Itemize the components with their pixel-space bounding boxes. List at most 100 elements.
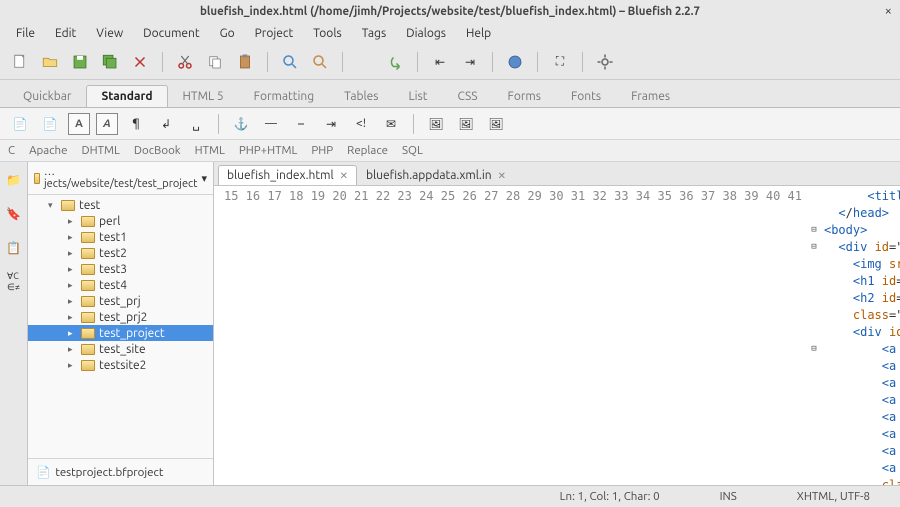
search-icon[interactable]	[278, 50, 302, 74]
filebrowser-icon[interactable]: 📁	[2, 168, 26, 192]
status-insert-mode[interactable]: INS	[720, 490, 737, 503]
close-tab-icon[interactable]: ✕	[340, 170, 348, 182]
redo-icon[interactable]	[383, 50, 407, 74]
tooltab-list[interactable]: List	[394, 85, 443, 107]
left-icon-column: 📁 🔖 📋 ∀C∈≠	[0, 162, 28, 485]
snippets-icon[interactable]: 📋	[2, 236, 26, 260]
tree-item-test_prj2[interactable]: ▸test_prj2	[28, 309, 213, 325]
fold-column[interactable]: ⊟⊟⊟⊟⊟|	[808, 186, 820, 485]
chevron-down-icon: ▾	[201, 172, 207, 185]
copy-icon[interactable]	[203, 50, 227, 74]
paste-icon[interactable]	[233, 50, 257, 74]
tree-item-test2[interactable]: ▸test2	[28, 245, 213, 261]
tree-item-test1[interactable]: ▸test1	[28, 229, 213, 245]
multithumb-icon[interactable]: 🖼	[484, 112, 508, 136]
file-tree[interactable]: ▾test▸perl▸test1▸test2▸test3▸test4▸test_…	[28, 195, 213, 458]
status-encoding[interactable]: XHTML, UTF-8	[797, 490, 870, 503]
tree-item-test_site[interactable]: ▸test_site	[28, 341, 213, 357]
center-icon[interactable]: ⎯	[289, 112, 313, 136]
tooltab-html5[interactable]: HTML 5	[168, 85, 239, 107]
italic-icon[interactable]: A	[96, 113, 118, 135]
menu-view[interactable]: View	[88, 25, 131, 42]
close-tab-icon[interactable]: ✕	[498, 170, 506, 182]
lang-replace[interactable]: Replace	[347, 144, 388, 157]
lang-html[interactable]: HTML	[195, 144, 225, 157]
anchor-icon[interactable]: ⚓	[229, 112, 253, 136]
side-panel: …jects/website/test/test_project ▾ ▾test…	[28, 162, 214, 485]
menu-project[interactable]: Project	[247, 25, 302, 42]
tree-item-test_prj[interactable]: ▸test_prj	[28, 293, 213, 309]
thumbnail-icon[interactable]: 🖼	[454, 112, 478, 136]
editor-tab-bluefish-appdata-xml-in[interactable]: bluefish.appdata.xml.in✕	[357, 165, 515, 185]
menu-document[interactable]: Document	[135, 25, 207, 42]
break-icon[interactable]: ↲	[154, 112, 178, 136]
nbsp-icon[interactable]: ␣	[184, 112, 208, 136]
hrule-icon[interactable]: —	[259, 112, 283, 136]
lang-sql[interactable]: SQL	[402, 144, 423, 157]
menu-tags[interactable]: Tags	[354, 25, 394, 42]
tree-item-test3[interactable]: ▸test3	[28, 261, 213, 277]
project-file[interactable]: 📄 testproject.bfproject	[28, 458, 213, 485]
advanced-search-icon[interactable]	[308, 50, 332, 74]
main-toolbar: ⇤ ⇥ ⛶	[0, 44, 900, 80]
lang-docbook[interactable]: DocBook	[134, 144, 181, 157]
new-file-icon[interactable]	[8, 50, 32, 74]
browser-preview-icon[interactable]	[503, 50, 527, 74]
comment-icon[interactable]: <!	[349, 112, 373, 136]
save-all-icon[interactable]	[98, 50, 122, 74]
tooltab-quickbar[interactable]: Quickbar	[8, 85, 86, 107]
menu-file[interactable]: File	[8, 25, 43, 42]
tooltab-formatting[interactable]: Formatting	[239, 85, 330, 107]
code-content[interactable]: <title>Bluefish Editor : Home</title> </…	[820, 186, 900, 485]
email-icon[interactable]: ✉	[379, 112, 403, 136]
tooltab-fonts[interactable]: Fonts	[556, 85, 616, 107]
tree-item-testsite2[interactable]: ▸testsite2	[28, 357, 213, 373]
quickstart-icon[interactable]: 📄	[8, 112, 32, 136]
lang-php-html[interactable]: PHP+HTML	[239, 144, 298, 157]
separator	[492, 52, 493, 72]
body-icon[interactable]: 📄	[38, 112, 62, 136]
fullscreen-icon[interactable]: ⛶	[548, 50, 572, 74]
preferences-icon[interactable]	[593, 50, 617, 74]
save-icon[interactable]	[68, 50, 92, 74]
bookmarks-icon[interactable]: 🔖	[2, 202, 26, 226]
code-editor[interactable]: 15 16 17 18 19 20 21 22 23 24 25 26 27 2…	[214, 186, 900, 485]
lang-php[interactable]: PHP	[311, 144, 333, 157]
lang-apache[interactable]: Apache	[29, 144, 67, 157]
rightalign-icon[interactable]: ⇥	[319, 112, 343, 136]
menu-edit[interactable]: Edit	[47, 25, 84, 42]
undo-icon[interactable]	[353, 50, 377, 74]
tree-item-perl[interactable]: ▸perl	[28, 213, 213, 229]
tooltab-standard[interactable]: Standard	[86, 85, 167, 107]
lang-dhtml[interactable]: DHTML	[81, 144, 119, 157]
tooltab-forms[interactable]: Forms	[493, 85, 556, 107]
menu-tools[interactable]: Tools	[305, 25, 350, 42]
separator	[537, 52, 538, 72]
tree-item-test_project[interactable]: ▸test_project	[28, 325, 213, 341]
charmap-icon[interactable]: ∀C∈≠	[2, 270, 26, 294]
editor-tab-bluefish_index-html[interactable]: bluefish_index.html✕	[218, 165, 357, 185]
open-file-icon[interactable]	[38, 50, 62, 74]
separator	[218, 114, 219, 134]
paragraph-icon[interactable]: ¶	[124, 112, 148, 136]
menu-help[interactable]: Help	[458, 25, 499, 42]
indent-icon[interactable]: ⇤	[428, 50, 452, 74]
tooltab-frames[interactable]: Frames	[616, 85, 685, 107]
close-icon[interactable]: ×	[885, 4, 892, 18]
lang-c[interactable]: C	[8, 144, 15, 157]
unindent-icon[interactable]: ⇥	[458, 50, 482, 74]
path-label: …jects/website/test/test_project	[44, 166, 197, 190]
tooltab-tables[interactable]: Tables	[329, 85, 393, 107]
path-selector[interactable]: …jects/website/test/test_project ▾	[28, 162, 213, 195]
bold-icon[interactable]: A	[68, 113, 90, 135]
close-file-icon[interactable]	[128, 50, 152, 74]
file-icon: 📄	[36, 465, 50, 479]
menu-go[interactable]: Go	[212, 25, 243, 42]
menu-dialogs[interactable]: Dialogs	[398, 25, 454, 42]
tree-item-test4[interactable]: ▸test4	[28, 277, 213, 293]
menu-bar: FileEditViewDocument GoProjectToolsTagsDi…	[0, 22, 900, 44]
tree-root[interactable]: ▾test	[28, 197, 213, 213]
image-icon[interactable]: 🖼	[424, 112, 448, 136]
cut-icon[interactable]	[173, 50, 197, 74]
tooltab-css[interactable]: CSS	[442, 85, 492, 107]
